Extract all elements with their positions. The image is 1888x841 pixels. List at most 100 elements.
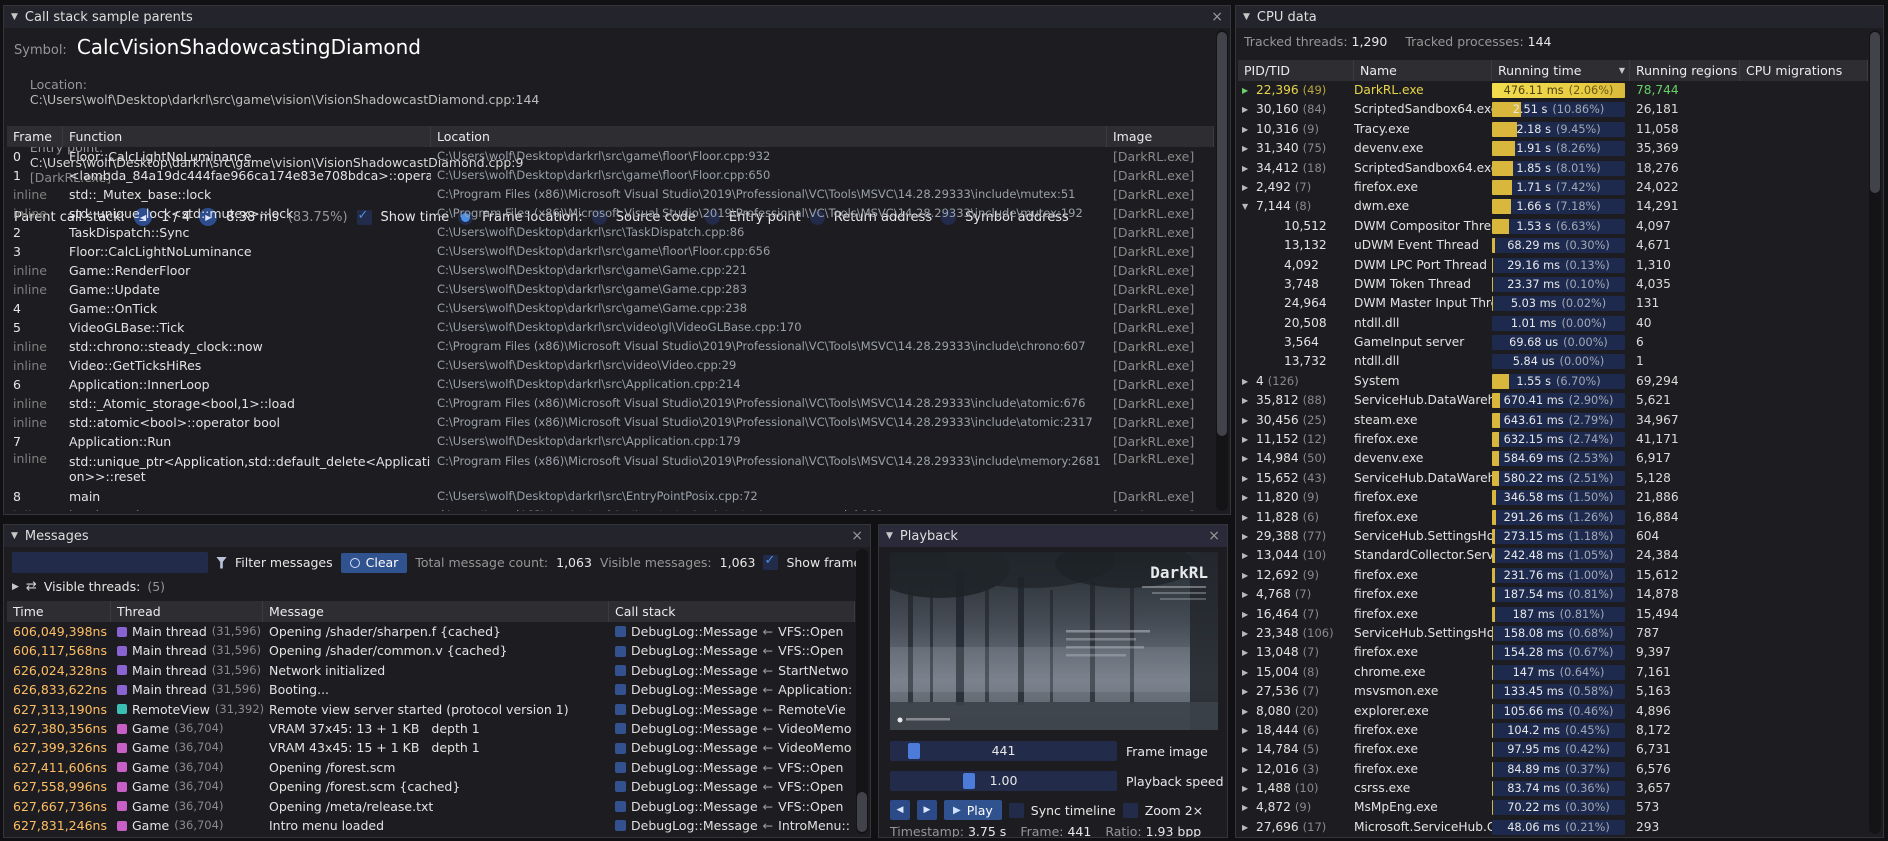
cpu-process-row[interactable]: ▶ 27,536 (7) msvsmon.exe 133.45 ms(0.58%… [1238, 682, 1868, 701]
expand-arrow-icon[interactable]: ▶ [1242, 527, 1252, 546]
expand-arrow-icon[interactable]: ▶ [1242, 81, 1252, 100]
cpu-process-row[interactable]: ▶ 12,016 (3) firefox.exe 84.89 ms(0.37%)… [1238, 760, 1868, 779]
cpu-process-row[interactable]: ▶ 22,396 (49) DarkRL.exe 476.11 ms(2.06%… [1238, 81, 1868, 100]
column-header-cpu-migrations[interactable]: CPU migrations [1740, 60, 1868, 81]
cpu-process-row[interactable]: ▶ 13,048 (7) firefox.exe 154.28 ms(0.67%… [1238, 643, 1868, 662]
cpu-process-row[interactable]: ▶ 4,872 (9) MsMpEng.exe 70.22 ms(0.30%) … [1238, 798, 1868, 817]
messages-titlebar[interactable]: ▼ Messages × [4, 525, 870, 547]
callstack-frame-row[interactable]: 0 Floor::CalcLightNoLuminance C:\Users\w… [7, 147, 1214, 166]
callstack-frame-row[interactable]: inline std::atomic<bool>::operator bool … [7, 413, 1214, 432]
callstack-button-icon[interactable] [615, 820, 626, 831]
cpu-process-row[interactable]: ▶ 4,768 (7) firefox.exe 187.54 ms(0.81%)… [1238, 585, 1868, 604]
cpu-process-row[interactable]: ▶ 2,492 (7) firefox.exe 1.71 s(7.42%) 24… [1238, 178, 1868, 197]
expand-arrow-icon[interactable]: ▶ [1242, 449, 1252, 468]
close-icon[interactable]: × [1211, 10, 1223, 24]
cpu-process-row[interactable]: ▶ 12,692 (9) firefox.exe 231.76 ms(1.00%… [1238, 566, 1868, 585]
cpu-process-row[interactable]: ▶ 35,812 (88) ServiceHub.DataWarehou 670… [1238, 391, 1868, 410]
playback-speed-slider[interactable]: 1.00 [890, 771, 1117, 791]
message-row[interactable]: 626,024,328ns Main thread (31,596) Netwo… [7, 661, 855, 680]
column-header-frame[interactable]: Frame [7, 126, 63, 147]
step-forward-button[interactable]: ▶ [917, 800, 937, 820]
message-row[interactable]: 606,049,398ns Main thread (31,596) Openi… [7, 622, 855, 641]
callstack-frame-row[interactable]: inline std::_Mutex_base::lock C:\Program… [7, 185, 1214, 204]
column-header-location[interactable]: Location [431, 126, 1107, 147]
cpu-process-row[interactable]: ▶ 30,456 (25) steam.exe 643.61 ms(2.79%)… [1238, 411, 1868, 430]
callstack-frame-row[interactable]: inline Video::GetTicksHiRes C:\Users\wol… [7, 356, 1214, 375]
callstack-frame-row[interactable]: inline Game::Update C:\Users\wolf\Deskto… [7, 280, 1214, 299]
frame-image-slider[interactable]: 441 [890, 741, 1117, 761]
expand-arrow-icon[interactable]: ▶ [1242, 643, 1252, 662]
expand-arrow-icon[interactable]: ▶ [1242, 159, 1252, 178]
clear-button[interactable]: Clear [341, 553, 408, 573]
collapse-icon[interactable]: ▼ [1243, 12, 1250, 22]
callstack-button-icon[interactable] [615, 626, 626, 637]
column-header-running-time[interactable]: Running time▼ [1492, 60, 1630, 81]
show-frame-checkbox[interactable] [763, 555, 778, 570]
cpu-process-row[interactable]: ▶ 11,152 (12) firefox.exe 632.15 ms(2.74… [1238, 430, 1868, 449]
step-back-button[interactable]: ◀ [890, 800, 910, 820]
callstack-frame-row[interactable]: 5 VideoGLBase::Tick C:\Users\wolf\Deskto… [7, 318, 1214, 337]
cpu-titlebar[interactable]: ▼ CPU data [1236, 6, 1883, 28]
scrollbar-thumb[interactable] [1870, 32, 1880, 193]
cpu-process-row[interactable]: ▶ 8,080 (20) explorer.exe 105.66 ms(0.46… [1238, 702, 1868, 721]
message-row[interactable]: 627,558,996ns Game (36,704) Opening /for… [7, 777, 855, 796]
expand-arrow-icon[interactable]: ▶ [12, 582, 19, 592]
message-row[interactable]: 627,831,246ns Game (36,704) Intro menu l… [7, 816, 855, 835]
column-header-running-regions[interactable]: Running regions [1630, 60, 1740, 81]
visible-threads-line[interactable]: ▶ ⇄ Visible threads: (5) [4, 573, 870, 594]
callstack-frame-row[interactable]: 4 Game::OnTick C:\Users\wolf\Desktop\dar… [7, 299, 1214, 318]
cpu-process-row[interactable]: ▶ 30,160 (84) ScriptedSandbox64.exe 2.51… [1238, 100, 1868, 119]
callstack-button-icon[interactable] [615, 646, 626, 657]
expand-arrow-icon[interactable]: ▶ [1242, 139, 1252, 158]
callstack-frame-row[interactable]: 3 Floor::CalcLightNoLuminance C:\Users\w… [7, 242, 1214, 261]
callstack-button-icon[interactable] [615, 762, 626, 773]
expand-arrow-icon[interactable]: ▶ [1242, 488, 1252, 507]
cpu-process-row[interactable]: ▶ 10,316 (9) Tracy.exe 2.18 s(9.45%) 11,… [1238, 120, 1868, 139]
sync-timeline-checkbox[interactable] [1009, 803, 1024, 818]
callstack-button-icon[interactable] [615, 665, 626, 676]
callstack-frame-row[interactable]: 6 Application::InnerLoop C:\Users\wolf\D… [7, 375, 1214, 394]
column-header-name[interactable]: Name [1354, 60, 1492, 81]
expand-arrow-icon[interactable]: ▶ [1242, 818, 1252, 836]
callstack-frame-row[interactable]: inline std::_Atomic_storage<bool,1>::loa… [7, 394, 1214, 413]
cpu-process-row[interactable]: 3,564 GameInput server 69.68 us(0.00%) 6… [1238, 333, 1868, 352]
callstack-frame-row[interactable]: 1 <lambda_84a19dc444fae966ca174e83e708bd… [7, 166, 1214, 185]
expand-arrow-icon[interactable]: ▶ [1242, 682, 1252, 701]
callstack-vertical-scrollbar[interactable] [1216, 30, 1228, 511]
message-row[interactable]: 627,411,606ns Game (36,704) Opening /for… [7, 758, 855, 777]
cpu-process-row[interactable]: 20,508 ntdll.dll 1.01 ms(0.00%) 40 25(62… [1238, 314, 1868, 333]
cpu-process-row[interactable]: ▼ 7,144 (8) dwm.exe 1.66 s(7.18%) 14,291… [1238, 197, 1868, 216]
cpu-process-row[interactable]: ▶ 29,388 (77) ServiceHub.SettingsHost 27… [1238, 527, 1868, 546]
cpu-process-row[interactable]: ▶ 11,828 (6) firefox.exe 291.26 ms(1.26%… [1238, 508, 1868, 527]
collapse-icon[interactable]: ▼ [11, 12, 18, 22]
close-icon[interactable]: × [851, 529, 863, 543]
expand-arrow-icon[interactable]: ▶ [1242, 663, 1252, 682]
callstack-button-icon[interactable] [615, 781, 626, 792]
scrollbar-thumb[interactable] [1217, 32, 1227, 436]
message-row[interactable]: 626,833,622ns Main thread (31,596) Booti… [7, 680, 855, 699]
expand-arrow-icon[interactable]: ▶ [1242, 779, 1252, 798]
callstack-button-icon[interactable] [615, 743, 626, 754]
expand-arrow-icon[interactable]: ▶ [1242, 372, 1252, 391]
expand-arrow-icon[interactable]: ▶ [1242, 624, 1252, 643]
cpu-process-row[interactable]: ▶ 27,696 (17) Microsoft.ServiceHub.Co 48… [1238, 818, 1868, 836]
play-button[interactable]: ▶Play [944, 800, 1002, 820]
filter-input[interactable] [12, 552, 208, 573]
callstack-button-icon[interactable] [615, 704, 626, 715]
callstack-frame-row[interactable]: inline std::unique_ptr<Application,std::… [7, 451, 1214, 487]
callstack-frame-row[interactable]: inline invoke_main d:\agent\_work\63\s\s… [7, 506, 1214, 511]
cpu-process-row[interactable]: ▶ 15,004 (8) chrome.exe 147 ms(0.64%) 7,… [1238, 663, 1868, 682]
expand-arrow-icon[interactable]: ▶ [1242, 721, 1252, 740]
collapse-icon[interactable]: ▼ [11, 531, 18, 541]
expand-arrow-icon[interactable]: ▶ [1242, 120, 1252, 139]
expand-arrow-icon[interactable]: ▶ [1242, 605, 1252, 624]
message-row[interactable]: 627,399,326ns Game (36,704) VRAM 43x45: … [7, 738, 855, 757]
cpu-process-row[interactable]: 10,512 DWM Compositor Thread 1.53 s(6.63… [1238, 217, 1868, 236]
cpu-process-row[interactable]: ▶ 18,444 (6) firefox.exe 104.2 ms(0.45%)… [1238, 721, 1868, 740]
column-header-pid-tid[interactable]: PID/TID [1238, 60, 1354, 81]
expand-arrow-icon[interactable]: ▶ [1242, 702, 1252, 721]
callstack-frame-row[interactable]: 7 Application::Run C:\Users\wolf\Desktop… [7, 432, 1214, 451]
expand-arrow-icon[interactable]: ▶ [1242, 430, 1252, 449]
cpu-process-row[interactable]: 13,132 uDWM Event Thread 68.29 ms(0.30%)… [1238, 236, 1868, 255]
cpu-process-row[interactable]: ▶ 4 (126) System 1.55 s(6.70%) 69,294 34… [1238, 372, 1868, 391]
